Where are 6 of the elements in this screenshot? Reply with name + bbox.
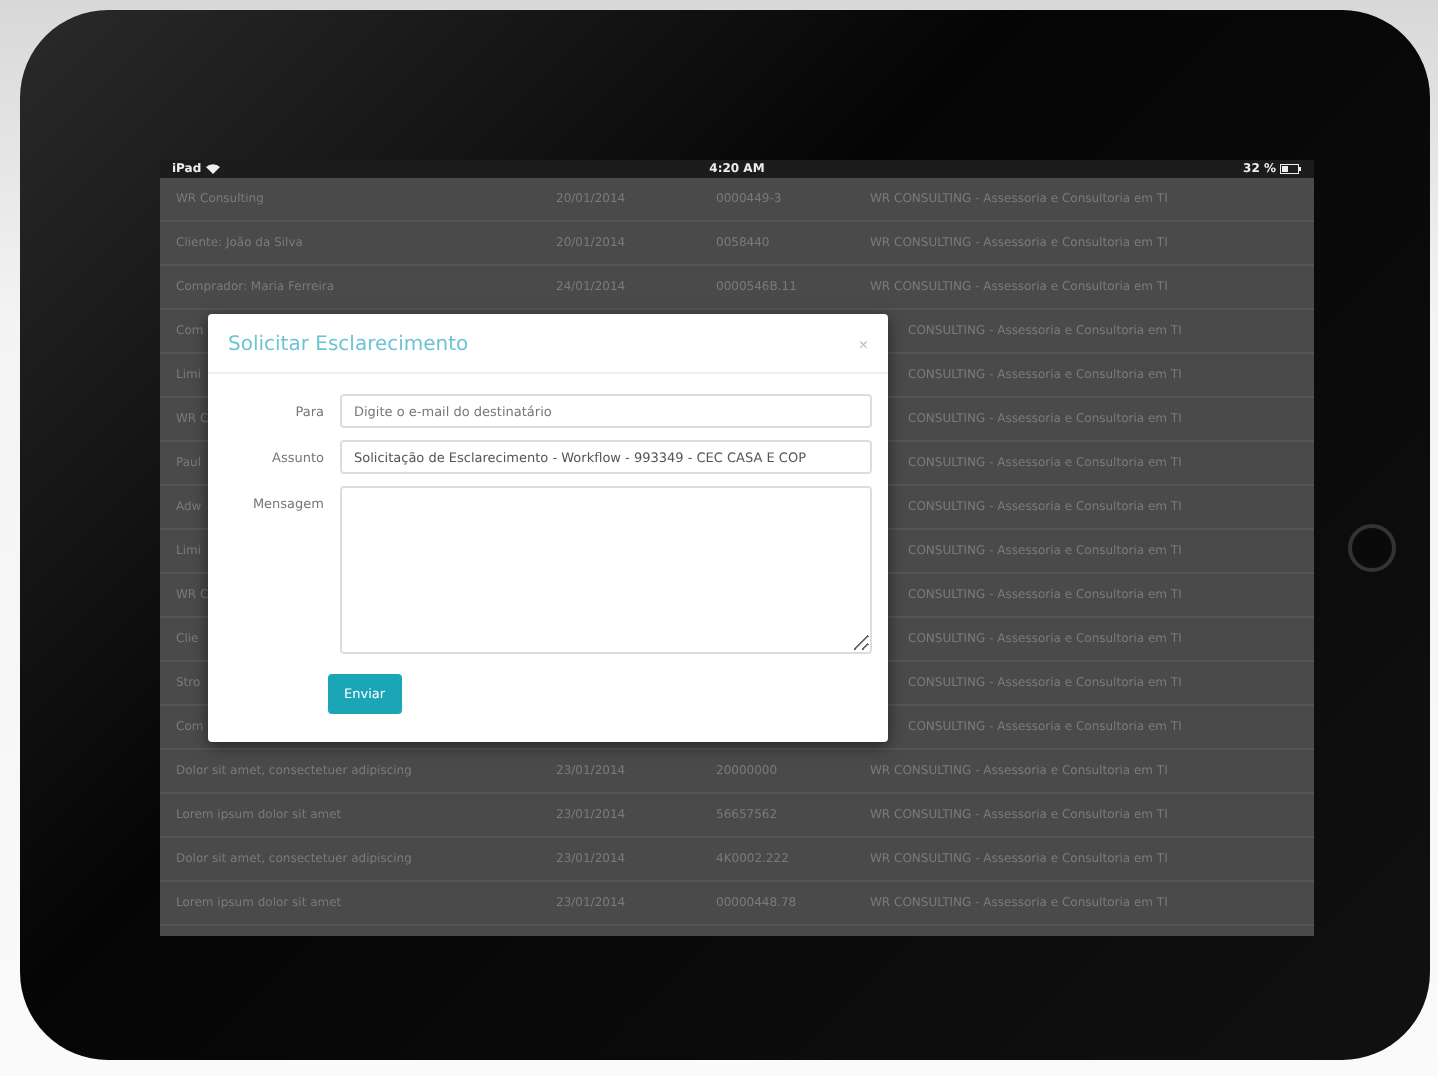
dialog-title: Solicitar Esclarecimento (228, 334, 469, 356)
battery-icon (1280, 164, 1302, 174)
home-button[interactable] (1348, 524, 1396, 572)
message-field[interactable] (340, 486, 872, 654)
close-button[interactable]: × (858, 336, 868, 354)
wifi-icon (205, 164, 220, 174)
